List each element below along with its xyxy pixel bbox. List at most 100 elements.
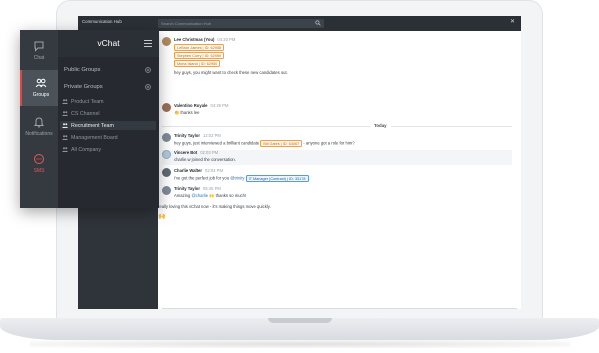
group-icon (62, 147, 68, 152)
message-author: Trinity Taylor 05:45 PM (174, 186, 221, 191)
message-body: I've got the perfect job for you (174, 175, 230, 181)
user-mention[interactable]: @trinity (230, 176, 244, 181)
message-text: I've got the perfect job for you @trinit… (174, 175, 309, 183)
search-placeholder: Search Communication Hub (161, 20, 212, 26)
candidate-tag[interactable]: Bill Gates | ID: 63067 (260, 140, 303, 148)
message: Trinity Taylor 05:45 PM Amazing @charlie … (158, 186, 512, 226)
group-item-recruitment-team[interactable]: Recruitment Team (60, 121, 156, 130)
group-icon (62, 135, 68, 140)
system-message: Vincere Bot 02:03 PM charlie.w joined the… (162, 150, 512, 165)
avatar (162, 133, 171, 142)
message-time: 04:20 PM (217, 37, 236, 42)
candidate-tag[interactable]: LeBron James | ID: 62958 (174, 44, 225, 52)
date-divider-label: Today (370, 123, 391, 128)
message-author: Lee Christmas (You) 04:20 PM (174, 37, 235, 42)
group-item-product-team[interactable]: Product Team (60, 97, 156, 106)
message-body: thanks lee (180, 110, 200, 115)
message-time: 12:02 PM (202, 133, 221, 138)
rail-item-sms[interactable]: SMS (20, 146, 58, 182)
message-text: hey guys, you might want to check these … (174, 70, 288, 75)
group-label: CS Channel (71, 110, 100, 117)
section-public-groups[interactable]: Public Groups (64, 67, 100, 73)
message-composer: + (162, 308, 517, 309)
message-author: Vincere Bot 02:03 PM (174, 150, 218, 155)
message-time: 02:03 PM (200, 150, 219, 155)
title-bar: Communication Hub Search Communication H… (78, 16, 521, 31)
sms-icon (34, 154, 44, 164)
message-author: Trinity Taylor 12:02 PM (174, 133, 221, 138)
group-label: All Company (71, 146, 102, 153)
message: Trinity Taylor 12:02 PM hey guys, just in… (162, 133, 512, 149)
date-divider (162, 126, 512, 127)
message-text: 👏 thanks lee (174, 110, 199, 116)
candidate-tag[interactable]: Mona Island | ID: 62950 (174, 60, 221, 68)
author-name: Trinity Taylor (174, 133, 200, 138)
job-tag[interactable]: IT Manager (Contract) | ID: 33178 (245, 175, 309, 183)
sidebar-header: vChat (58, 30, 159, 57)
avatar (162, 168, 171, 177)
close-icon[interactable]: ✕ (510, 19, 515, 25)
message-text: charlie.w joined the conversation. (174, 157, 236, 162)
message-body: Amazing (174, 193, 191, 198)
bell-icon (33, 117, 45, 128)
message: Lee Christmas (You) 04:20 PM LeBron James… (162, 37, 512, 89)
rail-label: Groups (32, 92, 50, 98)
group-label: Recruitment Team (71, 122, 114, 129)
laptop-base-notch (268, 318, 332, 323)
message-body: hey guys, just interviewed a brilliant c… (174, 140, 260, 146)
message: Charlie Walter 02:04 PM I've got the perf… (162, 168, 512, 184)
navigation-popout: Chat Groups Notifications SMS vChat (20, 30, 159, 208)
groups-icon (35, 78, 47, 88)
author-name: Trinity Taylor (174, 186, 200, 191)
bot-avatar (162, 150, 171, 159)
rail-label: SMS (33, 168, 45, 174)
group-item-cs-channel[interactable]: CS Channel (60, 109, 156, 118)
group-label: Product Team (71, 98, 104, 105)
rail-item-groups[interactable]: Groups (20, 70, 58, 106)
candidate-tag[interactable]: Stephen Curry | ID: 62959 (174, 52, 225, 60)
message-text: really loving this vChat now - it's maki… (158, 204, 271, 209)
message-text: hey guys, just interviewed a brilliant c… (174, 140, 355, 148)
message-time: 02:04 PM (205, 168, 223, 173)
avatar (162, 103, 171, 112)
chat-area: Lee Christmas (You) 04:20 PM LeBron James… (158, 31, 521, 309)
group-icon (62, 111, 68, 116)
message-author: Valentino Royale 04:26 PM (174, 103, 228, 108)
message-author: Charlie Walter 02:04 PM (174, 168, 223, 173)
section-private-groups[interactable]: Private Groups (64, 84, 103, 90)
add-public-group-icon[interactable] (145, 67, 151, 73)
rail-label: Chat (33, 55, 45, 61)
author-name: Valentino Royale (174, 103, 208, 108)
emoji: 👏 (174, 110, 180, 115)
group-item-management-board[interactable]: Management Board (60, 133, 156, 142)
author-name: Vincere Bot (174, 150, 198, 155)
group-icon (62, 123, 68, 128)
emoji: 🙌 (158, 214, 166, 220)
author-name: Lee Christmas (You) (174, 37, 215, 42)
rail-item-chat[interactable]: Chat (20, 33, 58, 69)
hamburger-menu-icon[interactable] (144, 40, 152, 47)
message-body: thanks so much! (215, 193, 247, 198)
message-text: Amazing @charlie 🙌 thanks so much! (174, 193, 246, 199)
rail-item-notifications[interactable]: Notifications (20, 109, 58, 145)
group-label: Management Board (71, 134, 118, 141)
search-icon[interactable] (315, 20, 321, 26)
laptop-shadow (30, 340, 570, 348)
message-time: 05:45 PM (202, 186, 221, 191)
avatar (162, 186, 171, 195)
group-icon (62, 99, 68, 104)
window-title: Communication Hub (82, 19, 122, 24)
avatar (162, 37, 171, 46)
message-body: - anyone got a role for him? (303, 140, 355, 146)
chat-bubble-icon (34, 41, 44, 52)
message-time: 04:26 PM (210, 103, 229, 108)
author-name: Charlie Walter (174, 168, 203, 173)
global-search-field[interactable]: Search Communication Hub (158, 19, 324, 28)
navigation-rail: Chat Groups Notifications SMS (20, 30, 58, 208)
rail-label: Notifications (25, 131, 53, 137)
add-private-group-icon[interactable] (145, 84, 151, 90)
emoji: 🙌 (209, 193, 215, 198)
user-mention[interactable]: @charlie (191, 193, 208, 198)
group-item-all-company[interactable]: All Company (60, 145, 156, 154)
message: Valentino Royale 04:26 PM 👏 thanks lee (162, 103, 512, 119)
